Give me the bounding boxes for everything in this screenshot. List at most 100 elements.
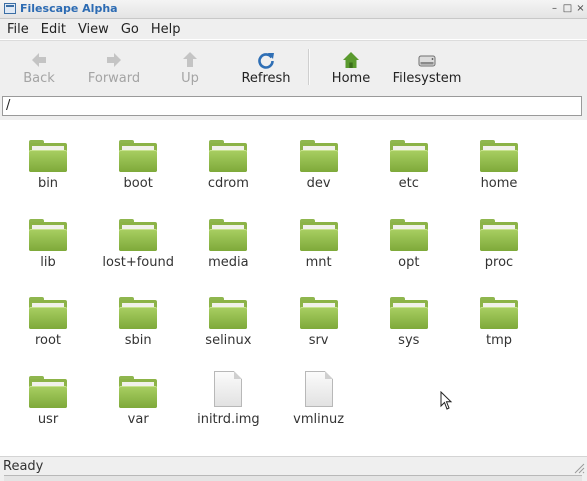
- file-item-label: dev: [306, 176, 331, 191]
- status-text: Ready: [3, 459, 44, 474]
- file-item-label: sbin: [124, 333, 152, 348]
- file-item[interactable]: srv: [274, 277, 364, 348]
- app-window-icon: [4, 3, 16, 14]
- file-item-label: usr: [37, 411, 59, 427]
- file-view[interactable]: bin boot cdrom dev etc home lib lost+found media…: [0, 120, 587, 456]
- folder-icon: [299, 297, 338, 329]
- folder-icon: [119, 140, 158, 172]
- file-item-label: selinux: [205, 333, 252, 348]
- folder-icon: [119, 218, 158, 251]
- toolbar-separator: [308, 49, 310, 85]
- close-button[interactable]: ×: [575, 3, 586, 14]
- file-item-label: mnt: [305, 254, 332, 270]
- file-item[interactable]: usr: [3, 356, 93, 427]
- file-item[interactable]: opt: [364, 199, 454, 270]
- up-label: Up: [181, 71, 199, 86]
- folder-icon: [480, 297, 518, 329]
- menu-go[interactable]: Go: [116, 22, 144, 37]
- file-item[interactable]: media: [183, 199, 273, 270]
- folder-icon: [389, 140, 428, 172]
- file-icon: [214, 370, 243, 407]
- forward-button[interactable]: Forward: [82, 41, 146, 93]
- file-item-label: lib: [40, 254, 56, 270]
- resize-grip-icon[interactable]: [573, 462, 585, 474]
- hard-drive-icon: [418, 55, 436, 67]
- file-item-label: root: [34, 333, 62, 348]
- location-input[interactable]: /: [2, 96, 582, 116]
- file-item-label: sys: [398, 333, 420, 348]
- window-title: Filescape Alpha: [20, 2, 118, 15]
- file-item[interactable]: lost+found: [93, 199, 183, 270]
- menu-edit[interactable]: Edit: [36, 22, 71, 37]
- folder-icon: [209, 297, 248, 329]
- folder-icon: [209, 218, 248, 251]
- file-item-label: opt: [398, 254, 420, 270]
- up-button[interactable]: Up: [170, 41, 210, 93]
- file-item[interactable]: etc: [364, 120, 454, 191]
- folder-icon: [29, 297, 67, 329]
- folder-icon: [389, 297, 428, 329]
- file-item[interactable]: boot: [93, 120, 183, 191]
- file-item[interactable]: bin: [3, 120, 93, 191]
- filesystem-button[interactable]: Filesystem: [390, 41, 464, 93]
- file-item-label: tmp: [485, 333, 512, 348]
- folder-icon: [29, 140, 67, 172]
- file-item-label: srv: [308, 333, 329, 348]
- folder-icon: [119, 375, 158, 408]
- folder-icon: [29, 218, 67, 251]
- mouse-cursor-icon: [440, 391, 453, 410]
- folder-icon: [389, 218, 428, 251]
- file-item[interactable]: tmp: [454, 277, 544, 348]
- back-label: Back: [23, 71, 55, 86]
- home-button[interactable]: Home: [328, 41, 374, 93]
- refresh-button[interactable]: Refresh: [238, 41, 294, 93]
- file-item[interactable]: initrd.img: [183, 356, 273, 427]
- folder-icon: [29, 375, 67, 408]
- file-item-label: boot: [123, 176, 153, 191]
- folder-icon: [299, 218, 338, 251]
- file-item[interactable]: proc: [454, 199, 544, 270]
- filesystem-label: Filesystem: [392, 71, 462, 86]
- file-item-label: proc: [484, 254, 514, 270]
- location-bar: /: [0, 92, 587, 120]
- file-item[interactable]: mnt: [274, 199, 364, 270]
- up-arrow-icon: [183, 52, 197, 67]
- file-item[interactable]: sbin: [93, 277, 183, 348]
- file-item[interactable]: selinux: [183, 277, 273, 348]
- title-bar: Filescape Alpha – □ ×: [0, 0, 587, 19]
- refresh-icon: [258, 53, 274, 69]
- file-item-label: bin: [37, 176, 59, 191]
- folder-icon: [119, 297, 158, 329]
- back-arrow-icon: [32, 53, 46, 67]
- file-item-label: cdrom: [207, 176, 249, 191]
- file-item[interactable]: var: [93, 356, 183, 427]
- folder-icon: [209, 140, 248, 172]
- forward-arrow-icon: [107, 53, 121, 67]
- file-item-label: initrd.img: [197, 411, 260, 427]
- file-item[interactable]: vmlinuz: [274, 356, 364, 427]
- menu-help[interactable]: Help: [146, 22, 186, 37]
- file-item[interactable]: lib: [3, 199, 93, 270]
- file-item[interactable]: home: [454, 120, 544, 191]
- folder-icon: [299, 140, 338, 172]
- file-item-label: lost+found: [102, 254, 174, 270]
- file-item[interactable]: sys: [364, 277, 454, 348]
- refresh-label: Refresh: [241, 71, 291, 86]
- menu-view[interactable]: View: [73, 22, 114, 37]
- file-item[interactable]: dev: [274, 120, 364, 191]
- menu-file[interactable]: File: [2, 22, 34, 37]
- back-button[interactable]: Back: [14, 41, 64, 93]
- horizontal-scrollbar[interactable]: [4, 475, 582, 481]
- status-bar: Ready: [0, 456, 587, 481]
- file-item[interactable]: cdrom: [183, 120, 273, 191]
- home-label: Home: [331, 71, 371, 86]
- file-item[interactable]: root: [3, 277, 93, 348]
- home-icon: [343, 52, 359, 68]
- file-icon: [304, 370, 333, 407]
- maximize-button[interactable]: □: [562, 3, 573, 14]
- file-item-label: home: [480, 176, 518, 191]
- file-item-label: etc: [398, 176, 419, 191]
- minimize-button[interactable]: –: [549, 3, 560, 14]
- forward-label: Forward: [87, 71, 141, 86]
- menu-bar: File Edit View Go Help: [0, 19, 587, 39]
